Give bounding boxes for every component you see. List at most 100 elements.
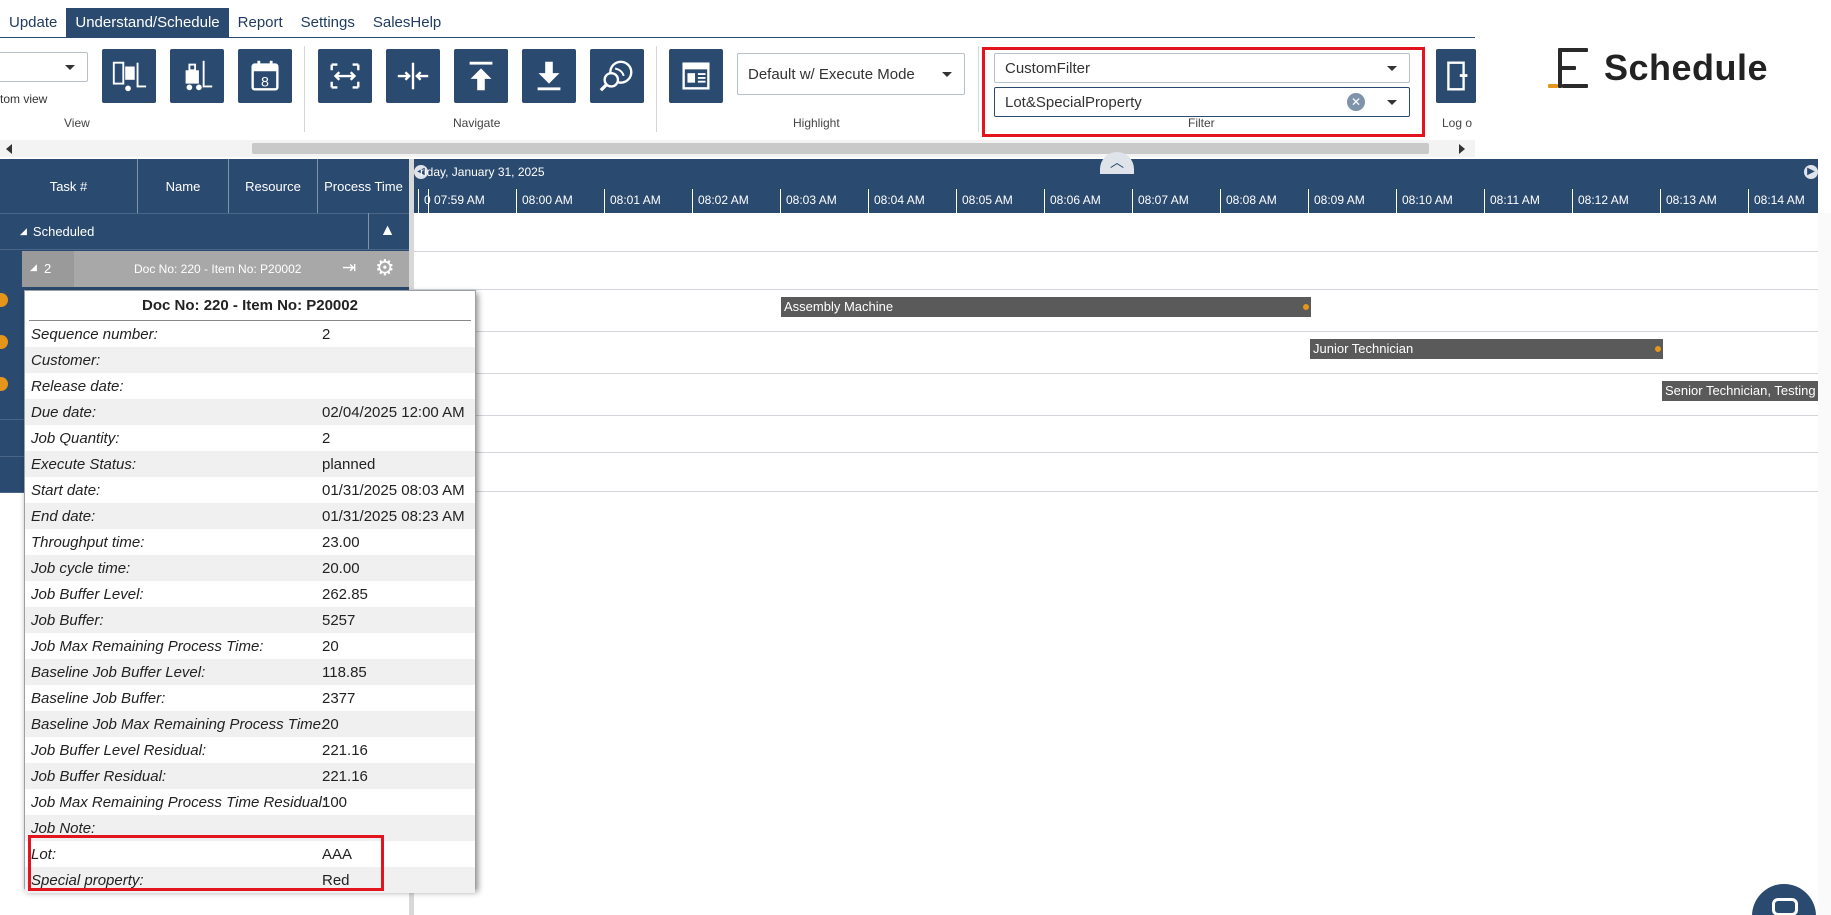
- time-tick: 08:14 AM: [1748, 189, 1805, 213]
- search-globe-button[interactable]: [590, 49, 644, 103]
- tooltip-label: Customer:: [31, 351, 101, 369]
- tooltip-value: 01/31/2025 08:23 AM: [322, 507, 465, 525]
- highlight-combo[interactable]: Default w/ Execute Mode: [737, 53, 965, 95]
- tooltip-label: Release date:: [31, 377, 124, 395]
- scroll-left-icon[interactable]: [6, 144, 12, 154]
- tooltip-value: 2: [322, 325, 331, 343]
- tooltip-label: Job Buffer Level Residual:: [31, 741, 207, 759]
- expand-triangle-icon[interactable]: ◢: [20, 226, 27, 237]
- gantt-row-divider: [414, 452, 1818, 453]
- menu-bar: Update Understand/Schedule Report Settin…: [0, 8, 1475, 37]
- calendar-button[interactable]: 8: [238, 49, 292, 103]
- gantt-row-divider: [414, 251, 1818, 252]
- tooltip-row: Baseline Job Buffer Level: 118.85: [25, 659, 475, 685]
- tooltip-title: Doc No: 220 - Item No: P20002: [29, 291, 471, 321]
- tooltip-value: 20: [322, 715, 339, 733]
- move-bottom-button[interactable]: [522, 49, 576, 103]
- view-combo-label: tom view: [0, 92, 48, 106]
- merge-center-button[interactable]: [386, 49, 440, 103]
- link-arrow-icon[interactable]: ⇥: [342, 258, 356, 278]
- menu-understand-schedule[interactable]: Understand/Schedule: [66, 8, 229, 37]
- filter-highlight-box: [982, 47, 1425, 137]
- tooltip-value: 01/31/2025 08:03 AM: [322, 481, 465, 499]
- logo-mark-icon: [1548, 46, 1590, 90]
- tooltip-value: 23.00: [322, 533, 360, 551]
- gantt-row-divider: [414, 331, 1818, 332]
- chevron-down-icon: [65, 65, 75, 70]
- time-tick: 08:03 AM: [780, 189, 837, 213]
- tooltip-value: 20: [322, 637, 339, 655]
- tooltip-row: Job Buffer: 5257: [25, 607, 475, 633]
- time-tick: 08:02 AM: [692, 189, 749, 213]
- tooltip-row: Job Max Remaining Process Time: 20: [25, 633, 475, 659]
- menu-settings[interactable]: Settings: [292, 8, 364, 37]
- time-tick: 08:05 AM: [956, 189, 1013, 213]
- tooltip-value: 100: [322, 793, 348, 811]
- view-combo[interactable]: [0, 52, 88, 82]
- column-header-name[interactable]: Name: [138, 159, 229, 213]
- ribbon-scrollbar[interactable]: [0, 140, 1475, 157]
- tooltip-value: planned: [322, 455, 376, 473]
- tooltip-label: Job Buffer:: [31, 611, 104, 629]
- tooltip-row: Job Buffer Residual: 221.16: [25, 763, 475, 789]
- gantt-date: riday, January 31, 2025: [420, 165, 545, 179]
- time-tick: 08:06 AM: [1044, 189, 1101, 213]
- tooltip-label: Baseline Job Buffer:: [31, 689, 166, 707]
- column-header-resource[interactable]: Resource: [229, 159, 318, 213]
- logo: Schedule: [1548, 46, 1768, 90]
- fit-horizontal-icon: [330, 63, 360, 89]
- tooltip-row: Release date:: [25, 373, 475, 399]
- chevron-right-icon[interactable]: ▶: [1804, 165, 1818, 179]
- group-label: Scheduled: [32, 223, 95, 239]
- gantt-row-divider: [414, 289, 1818, 290]
- forklift-button[interactable]: [170, 49, 224, 103]
- logout-button[interactable]: [1436, 49, 1476, 103]
- tooltip-value: 221.16: [322, 741, 368, 759]
- tooltip-row: Baseline Job Buffer: 2377: [25, 685, 475, 711]
- tooltip-label: Baseline Job Buffer Level:: [31, 663, 206, 681]
- scroll-right-icon[interactable]: [1459, 144, 1465, 154]
- gantt-vertical-scrollbar[interactable]: [1818, 213, 1831, 915]
- grid-header: Task # Name Resource Process Time: [0, 159, 410, 213]
- ribbon-separator: [978, 46, 979, 132]
- tooltip-value: 02/04/2025 12:00 AM: [322, 403, 465, 421]
- column-header-task[interactable]: Task #: [0, 159, 138, 213]
- tooltip-label: Job Note:: [31, 819, 96, 837]
- chat-bubble-icon: [1772, 898, 1798, 915]
- tooltip-label: Job Buffer Level:: [31, 585, 144, 603]
- forklift-resource-button[interactable]: [102, 49, 156, 103]
- bar-end-dot: [1655, 346, 1661, 352]
- forklift-resource-icon: [112, 61, 147, 92]
- column-header-process-time[interactable]: Process Time: [318, 159, 410, 213]
- svg-text:8: 8: [261, 74, 269, 90]
- group-row-scheduled[interactable]: ◢ Scheduled ▲: [20, 213, 410, 249]
- fit-horizontal-button[interactable]: [318, 49, 372, 103]
- collapse-up-icon[interactable]: ▲: [368, 213, 406, 249]
- status-dot: [0, 377, 8, 391]
- move-top-button[interactable]: [454, 49, 508, 103]
- chat-button[interactable]: [1752, 884, 1816, 915]
- tooltip-value: 2: [322, 429, 331, 447]
- tooltip-row: Job Max Remaining Process Time Residual:…: [25, 789, 475, 815]
- report-button[interactable]: [669, 49, 723, 103]
- gantt-bar-senior[interactable]: Senior Technician, Testing M: [1662, 381, 1818, 401]
- tooltip-label: Job Quantity:: [31, 429, 120, 447]
- tooltip-row: Execute Status: planned: [25, 451, 475, 477]
- calendar-icon: 8: [251, 60, 279, 91]
- chevron-down-icon: [942, 72, 952, 77]
- tooltip-label: Baseline Job Max Remaining Process Time:: [31, 715, 326, 733]
- tooltip-value: 118.85: [322, 663, 367, 681]
- scroll-thumb[interactable]: [252, 143, 1429, 154]
- tooltip-row: Due date: 02/04/2025 12:00 AM: [25, 399, 475, 425]
- job-row[interactable]: ◢ 2 Doc No: 220 - Item No: P20002 ⇥ ⚙: [22, 251, 410, 287]
- grid-divider: [0, 249, 410, 250]
- expand-triangle-icon[interactable]: ◢: [30, 262, 37, 273]
- menu-update[interactable]: Update: [0, 8, 66, 37]
- menu-report[interactable]: Report: [229, 8, 292, 37]
- gantt-bar-junior[interactable]: Junior Technician: [1310, 339, 1663, 359]
- bar-end-dot: [1303, 304, 1309, 310]
- menu-saleshelp[interactable]: SalesHelp: [364, 8, 450, 37]
- job-number: 2: [44, 261, 52, 276]
- gear-icon[interactable]: ⚙: [375, 255, 395, 281]
- gantt-bar-assembly[interactable]: Assembly Machine: [781, 297, 1311, 317]
